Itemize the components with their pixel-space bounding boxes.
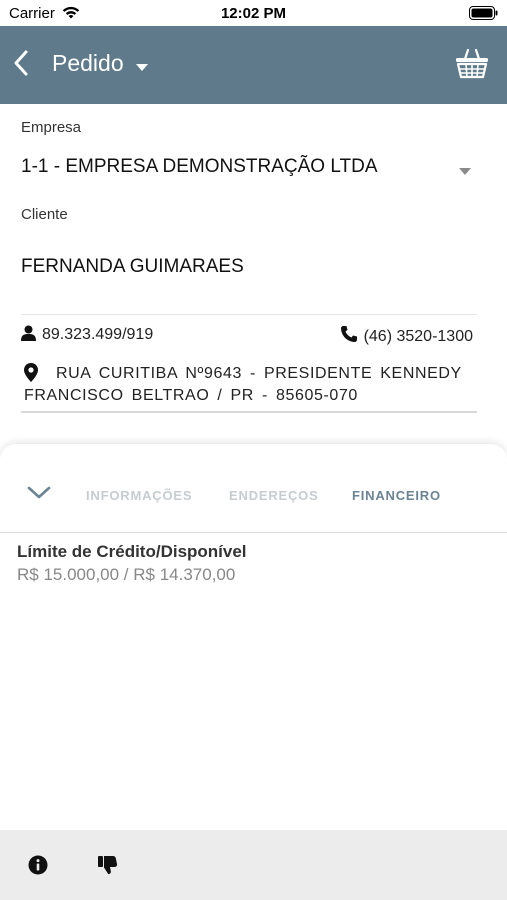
address-line-1: RUA CURITIBA Nº9643 - PRESIDENTE KENNEDY <box>56 365 462 382</box>
address-line-2: FRANCISCO BELTRAO / PR - 85605-070 <box>24 387 358 404</box>
cliente-field[interactable]: FERNANDA GUIMARAES <box>21 256 244 278</box>
dislike-button[interactable] <box>97 854 121 878</box>
info-icon <box>28 855 48 875</box>
chevron-left-icon <box>14 50 28 76</box>
back-button[interactable] <box>8 46 38 80</box>
app-bar: Pedido <box>0 26 507 104</box>
thumbs-down-icon <box>98 856 118 874</box>
battery-icon <box>469 6 498 24</box>
collapse-sheet-button[interactable] <box>26 484 52 502</box>
document-number: 89.323.499/919 <box>42 326 154 343</box>
empresa-label: Empresa <box>21 119 82 136</box>
tab-informacoes[interactable]: INFORMAÇÕES <box>86 488 192 503</box>
caret-down-icon[interactable] <box>459 162 471 180</box>
clock: 12:02 PM <box>220 5 287 22</box>
basket-button[interactable] <box>454 46 490 80</box>
cliente-label: Cliente <box>21 206 68 223</box>
bottom-toolbar <box>0 830 507 900</box>
page-title-dropdown[interactable]: Pedido <box>52 50 149 78</box>
person-icon <box>21 325 36 341</box>
bottom-sheet: INFORMAÇÕES ENDEREÇOS FINANCEIRO Límite … <box>0 444 507 830</box>
phone-number: (46) 3520-1300 <box>363 328 473 345</box>
credit-limit-label: Límite de Crédito/Disponível <box>17 542 247 561</box>
client-address: RUA CURITIBA Nº9643 - PRESIDENTE KENNEDY… <box>24 363 474 407</box>
tab-enderecos[interactable]: ENDEREÇOS <box>229 488 319 503</box>
basket-icon <box>456 48 488 79</box>
page-title: Pedido <box>52 50 124 76</box>
client-phone[interactable]: (46) 3520-1300 <box>340 325 473 346</box>
caret-down-icon <box>136 51 149 78</box>
divider <box>21 411 477 413</box>
chevron-down-icon <box>27 486 51 499</box>
info-button[interactable] <box>27 854 51 878</box>
location-pin-icon <box>24 363 38 382</box>
status-bar: Carrier 12:02 PM <box>0 0 507 26</box>
divider <box>21 314 477 315</box>
client-document: 89.323.499/919 <box>21 325 153 344</box>
phone-icon <box>340 326 357 342</box>
divider <box>0 532 507 533</box>
tab-financeiro[interactable]: FINANCEIRO <box>352 488 441 503</box>
empresa-select[interactable]: 1-1 - EMPRESA DEMONSTRAÇÃO LTDA <box>21 156 378 178</box>
credit-limit-value: R$ 15.000,00 / R$ 14.370,00 <box>17 565 236 584</box>
